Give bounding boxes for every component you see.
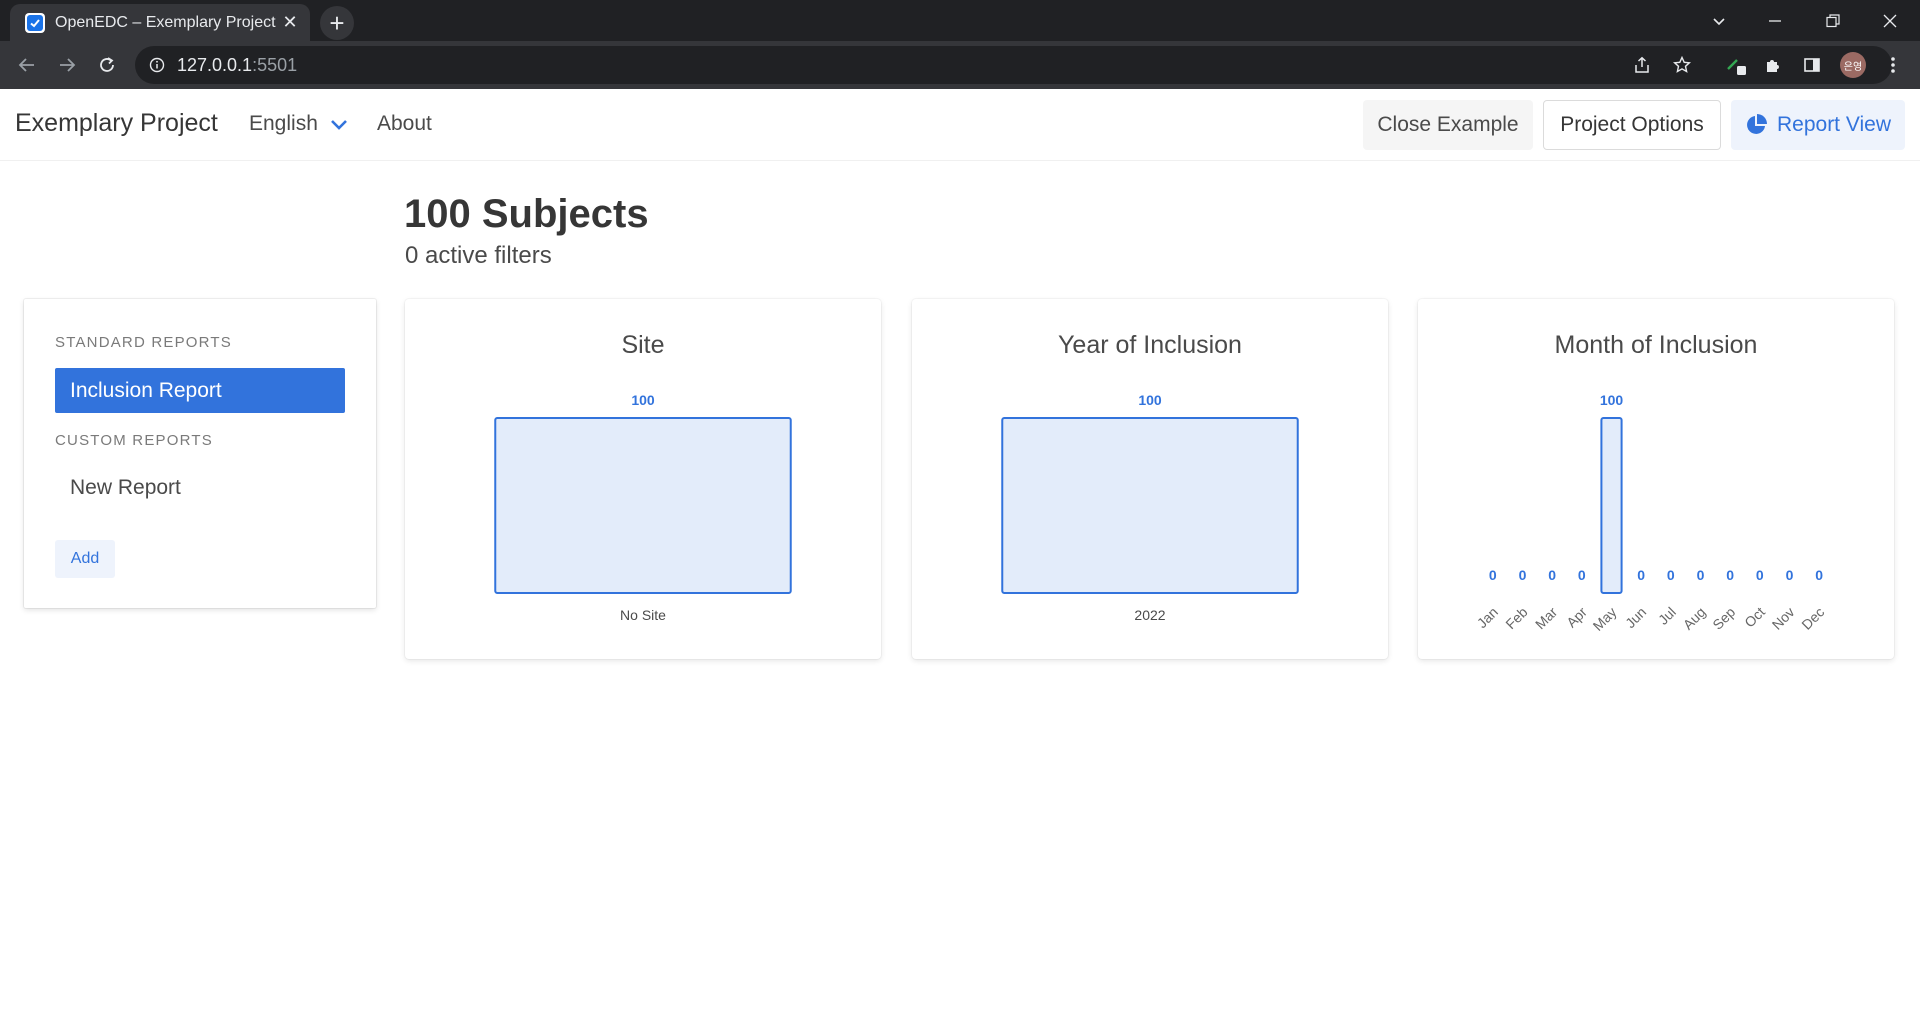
kebab-menu-icon[interactable] xyxy=(1876,48,1910,82)
bar-value-label: 0 xyxy=(1726,567,1734,583)
bar-value-label: 100 xyxy=(1138,392,1162,408)
browser-toolbar: 127.0.0.1:5501 은영 xyxy=(0,41,1920,89)
about-link[interactable]: About xyxy=(377,112,432,136)
extension-edit-icon[interactable] xyxy=(1719,48,1753,82)
bookmark-star-icon[interactable] xyxy=(1665,48,1699,82)
close-example-button[interactable]: Close Example xyxy=(1363,100,1533,150)
x-tick-label: No Site xyxy=(620,607,666,623)
bar-value-label: 100 xyxy=(631,392,655,408)
year-chart: 100 2022 xyxy=(1001,392,1299,623)
x-tick-label: Jan xyxy=(1474,604,1501,631)
add-label: Add xyxy=(70,550,100,567)
reports-sidebar: STANDARD REPORTS Inclusion Report CUSTOM… xyxy=(24,299,376,608)
bar-value-label: 0 xyxy=(1578,567,1586,583)
tab-search-icon[interactable] xyxy=(1691,0,1747,41)
browser-tab-bar: OpenEDC – Exemplary Project ✕ + xyxy=(0,0,1920,41)
month-chart: 0 Jan 0 Feb 0 Mar 0 Apr 100 May 0 Jun 0 Jul 0 Aug 0 Sep 0 O… xyxy=(1474,392,1828,634)
x-tick-label: May xyxy=(1590,604,1620,634)
sidebar-item-label: New Report xyxy=(70,475,181,499)
reload-icon[interactable] xyxy=(90,48,124,82)
x-tick-label: Feb xyxy=(1502,604,1531,633)
site-chart-card: Site 100 No Site xyxy=(405,299,881,659)
bar-value-label: 0 xyxy=(1519,567,1527,583)
report-view-button[interactable]: Report View xyxy=(1731,100,1905,150)
bar-value-label: 100 xyxy=(1600,392,1624,408)
tab-close-icon[interactable]: ✕ xyxy=(280,12,300,33)
x-tick-label: Dec xyxy=(1798,604,1827,633)
x-tick-label: 2022 xyxy=(1134,607,1165,623)
x-tick-label: Jun xyxy=(1622,604,1649,631)
x-tick-label: Nov xyxy=(1769,604,1798,633)
url-host: 127.0.0.1 xyxy=(177,54,253,75)
checkbox-favicon-icon xyxy=(25,12,45,33)
back-arrow-icon[interactable] xyxy=(10,48,44,82)
bar-value-label: 0 xyxy=(1489,567,1497,583)
extensions-puzzle-icon[interactable] xyxy=(1756,48,1790,82)
standard-reports-label: STANDARD REPORTS xyxy=(55,334,233,351)
chevron-down-icon xyxy=(330,118,348,130)
project-options-label: Project Options xyxy=(1560,113,1704,136)
report-view-label: Report View xyxy=(1776,113,1891,136)
month-chart-card: Month of Inclusion 0 Jan 0 Feb 0 Mar 0 Apr 100 Ma… xyxy=(1418,299,1894,659)
add-report-button[interactable]: Add xyxy=(55,540,115,578)
new-tab-button[interactable]: + xyxy=(320,6,354,40)
bar-value-label: 0 xyxy=(1637,567,1645,583)
profile-initials: 은영 xyxy=(1840,52,1866,78)
year-chart-card: Year of Inclusion 100 2022 xyxy=(912,299,1388,659)
sidebar-item-label: Inclusion Report xyxy=(70,378,222,402)
x-tick-label: Apr xyxy=(1563,604,1590,631)
tab-title: OpenEDC – Exemplary Project xyxy=(55,13,276,31)
bar-value-label: 0 xyxy=(1548,567,1556,583)
chart-bar xyxy=(1600,417,1623,594)
side-panel-icon[interactable] xyxy=(1795,48,1829,82)
bar-value-label: 0 xyxy=(1697,567,1705,583)
browser-tab[interactable]: OpenEDC – Exemplary Project ✕ xyxy=(10,4,310,41)
bar-value-label: 0 xyxy=(1786,567,1794,583)
site-chart: 100 No Site xyxy=(494,392,792,623)
x-tick-label: Oct xyxy=(1741,604,1768,631)
bar-value-label: 0 xyxy=(1815,567,1823,583)
info-icon[interactable] xyxy=(149,57,165,73)
minimize-button[interactable] xyxy=(1747,0,1803,41)
forward-arrow-icon[interactable] xyxy=(50,48,84,82)
chart-bar xyxy=(494,417,792,594)
sidebar-item-new-report[interactable]: New Report xyxy=(55,465,345,510)
custom-reports-label: CUSTOM REPORTS xyxy=(55,432,213,449)
pie-chart-icon xyxy=(1745,114,1767,136)
share-icon[interactable] xyxy=(1625,48,1659,82)
close-example-label: Close Example xyxy=(1377,113,1519,136)
chart-bar xyxy=(1001,417,1299,594)
x-tick-label: Jul xyxy=(1655,604,1679,628)
x-tick-label: Mar xyxy=(1532,604,1561,633)
subjects-count: 100 Subjects xyxy=(404,192,649,236)
bar-value-label: 0 xyxy=(1756,567,1764,583)
x-tick-label: Aug xyxy=(1680,604,1709,633)
url-port: :5501 xyxy=(252,54,298,75)
language-label: English xyxy=(249,112,318,135)
close-window-button[interactable] xyxy=(1862,0,1918,41)
active-filters: 0 active filters xyxy=(405,242,552,269)
app-navbar: Exemplary Project English About Close Ex… xyxy=(0,89,1920,161)
sidebar-item-inclusion-report[interactable]: Inclusion Report xyxy=(55,368,345,413)
profile-avatar[interactable]: 은영 xyxy=(1836,48,1870,82)
brand-title[interactable]: Exemplary Project xyxy=(15,109,218,138)
bar-value-label: 0 xyxy=(1667,567,1675,583)
x-tick-label: Sep xyxy=(1709,604,1738,633)
restore-button[interactable] xyxy=(1805,0,1861,41)
language-dropdown[interactable]: English xyxy=(249,112,348,136)
project-options-button[interactable]: Project Options xyxy=(1543,100,1721,150)
